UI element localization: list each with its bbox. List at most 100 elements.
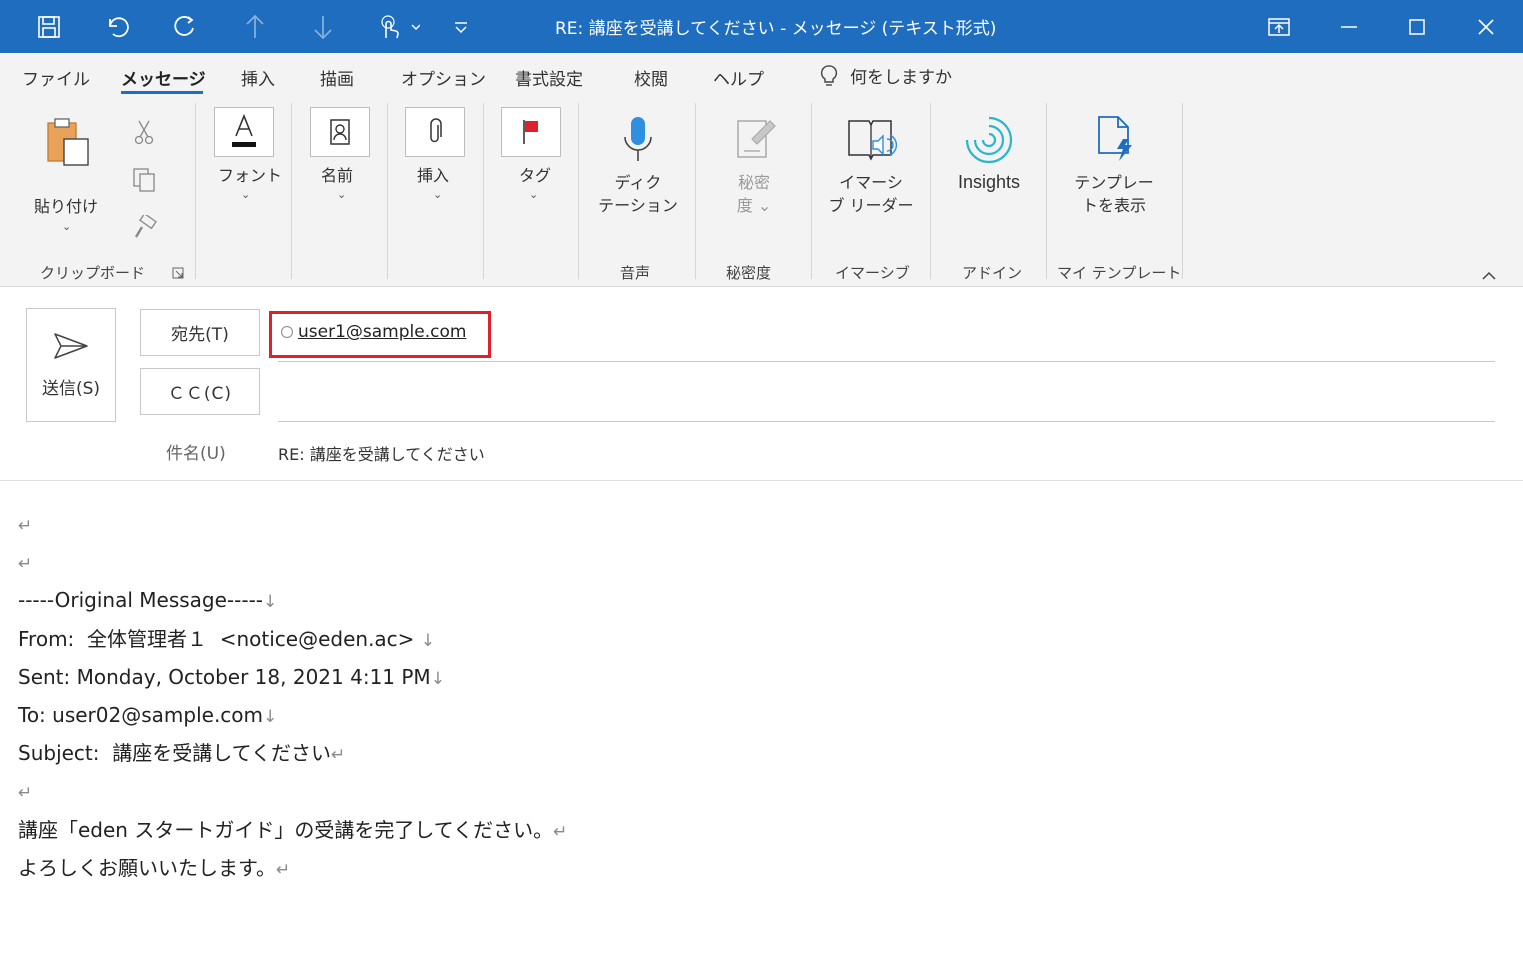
insights-icon xyxy=(965,116,1013,164)
insert-label: 挿入 xyxy=(417,166,450,185)
sensitivity-button[interactable]: 秘密 度 ⌄ xyxy=(708,111,800,221)
collapse-ribbon-icon[interactable] xyxy=(1481,266,1497,285)
paperclip-icon xyxy=(430,118,442,143)
tab-file[interactable]: ファイル xyxy=(22,65,90,90)
sensitivity-label-line1: 秘密 xyxy=(737,173,770,192)
touch-mode-icon[interactable] xyxy=(372,8,424,46)
body-line: -----Original Message-----↓ xyxy=(18,581,1498,619)
paragraph-mark-icon: ↵ xyxy=(18,516,33,536)
names-icon-box xyxy=(310,107,370,157)
body-line: From: 全体管理者１ <notice@eden.ac> ↓ xyxy=(18,620,1498,658)
dictate-label-line1: ディク xyxy=(614,173,662,192)
paste-icon xyxy=(47,118,89,166)
subject-label: 件名(U) xyxy=(166,444,226,464)
templates-group-label: マイ テンプレート xyxy=(1057,264,1182,282)
flag-icon xyxy=(523,120,538,144)
dictate-button[interactable]: ディク テーション xyxy=(592,111,684,221)
down-arrow-icon[interactable] xyxy=(306,8,340,46)
paragraph-mark-icon: ↵ xyxy=(18,783,33,804)
active-tab-indicator xyxy=(121,91,203,94)
format-painter-icon[interactable] xyxy=(132,215,158,241)
cc-field[interactable] xyxy=(278,370,1495,420)
dialog-launcher-icon[interactable] xyxy=(172,267,184,279)
dictate-label-line2: テーション xyxy=(598,196,678,215)
chevron-down-icon: ⌄ xyxy=(529,188,539,201)
tab-help[interactable]: ヘルプ xyxy=(713,65,764,90)
sensitivity-icon xyxy=(737,120,776,158)
subject-field[interactable]: RE: 講座を受講してください xyxy=(278,441,485,465)
redo-icon[interactable] xyxy=(166,8,204,46)
insert-icon-box xyxy=(405,107,465,157)
body-line: Subject: 講座を受講してください↵ xyxy=(18,734,1498,772)
immersive-reader-button[interactable]: イマーシ ブ リーダー xyxy=(823,111,919,221)
tab-insert[interactable]: 挿入 xyxy=(241,65,275,90)
body-line-text: From: 全体管理者１ <notice@eden.ac> xyxy=(18,626,421,651)
names-button[interactable]: 名前 ⌄ xyxy=(300,107,380,207)
body-line-text: -----Original Message----- xyxy=(18,588,263,613)
tell-me-search[interactable]: 何をしますか xyxy=(820,63,952,88)
ribbon-display-icon[interactable] xyxy=(1260,8,1298,46)
tab-review[interactable]: 校閲 xyxy=(634,65,668,90)
paragraph-mark-icon: ↓ xyxy=(430,668,445,689)
paragraph-mark-icon: ↓ xyxy=(263,592,278,613)
minimize-icon[interactable] xyxy=(1330,8,1368,46)
window-title: RE: 講座を受講してください - メッセージ (テキスト形式) xyxy=(555,19,997,39)
chevron-down-icon: ⌄ xyxy=(62,220,72,233)
sensitivity-label-line2: 度 ⌄ xyxy=(736,196,772,215)
close-icon[interactable] xyxy=(1467,8,1505,46)
sensitivity-group-label: 秘密度 xyxy=(726,264,772,282)
cc-field-underline xyxy=(278,421,1495,422)
body-line-text: To: user02@sample.com xyxy=(18,702,264,727)
cut-icon[interactable] xyxy=(134,119,154,145)
tab-message[interactable]: メッセージ xyxy=(121,65,206,90)
microphone-icon xyxy=(624,117,652,161)
to-recipient[interactable]: user1@sample.com xyxy=(280,322,466,342)
body-line-text: よろしくお願いいたします。 xyxy=(18,855,276,880)
body-line: ↵ xyxy=(18,772,1498,810)
paragraph-mark-icon: ↵ xyxy=(18,554,33,575)
lightbulb-icon xyxy=(820,64,838,86)
view-templates-button[interactable]: テンプレー トを表示 xyxy=(1062,111,1166,221)
ribbon: 貼り付け ⌄ クリップボード フォント ⌄ 名前 ⌄ 挿入 ⌄ タグ ⌄ ディク… xyxy=(0,99,1523,287)
names-label: 名前 xyxy=(321,166,354,185)
to-recipient-address: user1@sample.com xyxy=(298,322,467,342)
addin-group-label: アドイン xyxy=(962,264,1023,282)
body-line-text: Subject: 講座を受講してください xyxy=(18,741,332,766)
to-button[interactable]: 宛先(T) xyxy=(140,309,260,356)
tags-label: タグ xyxy=(519,166,552,185)
chevron-down-icon: ⌄ xyxy=(433,188,443,201)
immersive-group-label: イマーシブ xyxy=(835,264,910,282)
message-body[interactable]: ↵ ↵ -----Original Message-----↓ From: 全体管理者… xyxy=(18,505,1498,887)
tab-format-text[interactable]: 書式設定 xyxy=(515,65,583,90)
maximize-icon[interactable] xyxy=(1398,8,1436,46)
paragraph-mark-icon: ↵ xyxy=(553,821,568,842)
insights-button[interactable]: Insights xyxy=(942,111,1036,201)
customize-toolbar-icon[interactable] xyxy=(448,8,474,46)
up-arrow-icon[interactable] xyxy=(238,8,272,46)
tab-draw[interactable]: 描画 xyxy=(320,65,354,90)
immersive-reader-icon xyxy=(848,120,897,161)
tab-options[interactable]: オプション xyxy=(401,65,486,90)
send-icon xyxy=(54,332,88,359)
title-bar: RE: 講座を受講してください - メッセージ (テキスト形式) xyxy=(0,0,1523,53)
undo-icon[interactable] xyxy=(98,8,136,46)
cc-button[interactable]: ＣＣ(C) xyxy=(140,368,260,415)
paragraph-mark-icon: ↵ xyxy=(331,745,346,766)
paste-label: 貼り付け xyxy=(34,197,99,216)
send-button[interactable]: 送信(S) xyxy=(26,308,116,422)
copy-icon[interactable] xyxy=(132,167,158,193)
tags-button[interactable]: タグ ⌄ xyxy=(492,107,572,207)
tell-me-text: 何をしますか xyxy=(850,68,952,88)
to-field-underline xyxy=(278,361,1495,362)
body-line-text: Sent: Monday, October 18, 2021 4:11 PM xyxy=(18,664,431,689)
presence-icon xyxy=(280,325,294,339)
save-icon[interactable] xyxy=(30,8,68,46)
insert-button[interactable]: 挿入 ⌄ xyxy=(396,107,476,207)
templates-label-line1: テンプレー xyxy=(1074,173,1154,192)
paste-button[interactable]: 貼り付け ⌄ xyxy=(28,109,104,233)
font-button[interactable]: フォント ⌄ xyxy=(205,107,285,207)
body-line: よろしくお願いいたします。↵ xyxy=(18,849,1498,887)
menu-tabs: ファイル メッセージ 挿入 描画 オプション 書式設定 校閲 ヘルプ 何をします… xyxy=(0,53,1523,99)
header-divider xyxy=(0,480,1523,481)
address-book-icon xyxy=(330,119,350,145)
